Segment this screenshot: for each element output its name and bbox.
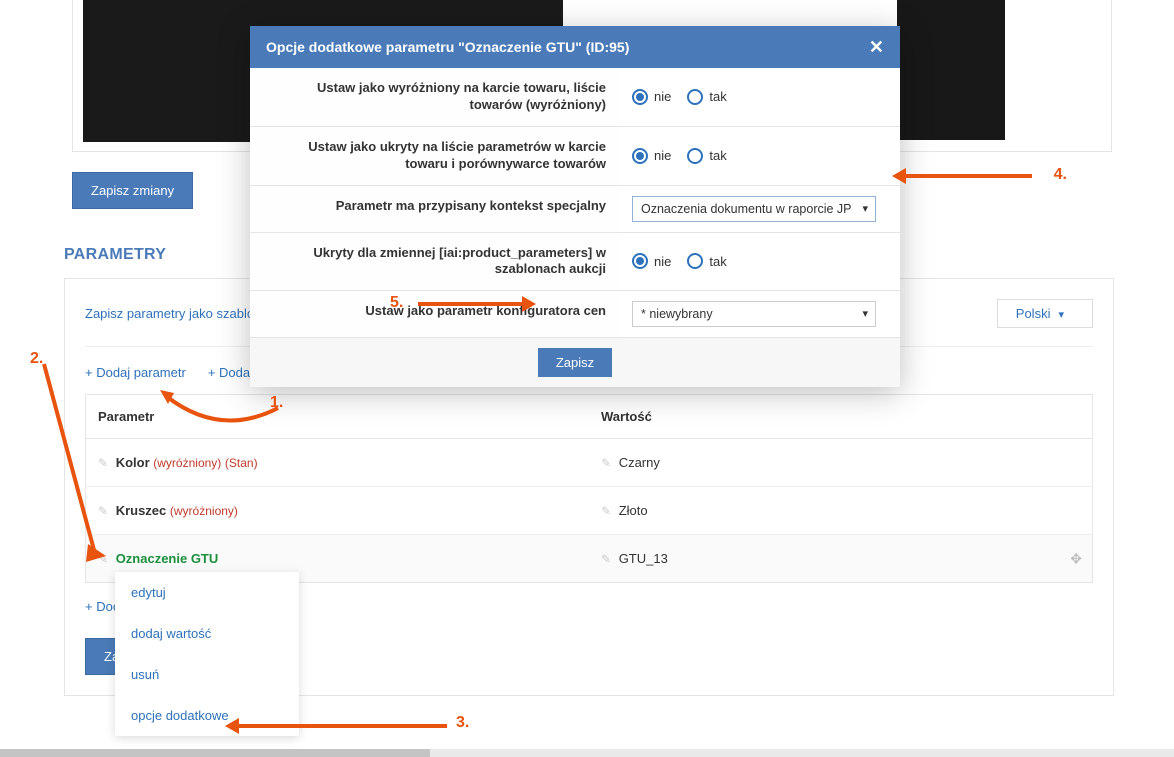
modal-label-price-config: Ustaw jako parametr konfiguratora cen <box>250 291 620 337</box>
edit-icon[interactable]: ✎ <box>98 552 108 566</box>
product-image-right <box>897 0 1005 140</box>
ctx-add-value[interactable]: dodaj wartość <box>115 613 299 654</box>
param-name: Oznaczenie GTU <box>116 551 219 566</box>
modal-header: Opcje dodatkowe parametru "Oznaczenie GT… <box>250 26 900 68</box>
param-value: Złoto <box>619 503 648 518</box>
table-row[interactable]: ✎ Kolor (wyróżniony) (Stan) ✎ Czarny <box>86 439 1093 487</box>
radio-yes-label: tak <box>709 254 726 269</box>
modal-footer: Zapisz <box>250 338 900 387</box>
modal-body: Ustaw jako wyróżniony na karcie towaru, … <box>250 68 900 338</box>
radio-no-label: nie <box>654 148 671 163</box>
col-header-parameter: Parametr <box>86 395 590 439</box>
edit-icon[interactable]: ✎ <box>601 504 611 518</box>
param-value: Czarny <box>619 455 660 470</box>
col-header-value: Wartość <box>589 395 1093 439</box>
radio-no[interactable] <box>632 253 648 269</box>
annotation-label-2: 2. <box>30 350 43 367</box>
modal-label-highlighted: Ustaw jako wyróżniony na karcie towaru, … <box>250 68 620 126</box>
edit-icon[interactable]: ✎ <box>98 456 108 470</box>
radio-yes[interactable] <box>687 89 703 105</box>
extra-options-modal: Opcje dodatkowe parametru "Oznaczenie GT… <box>250 26 900 387</box>
annotation-2: 2. <box>30 350 43 368</box>
radio-no[interactable] <box>632 89 648 105</box>
drag-handle-icon[interactable]: ✥ <box>1070 550 1082 567</box>
radio-yes[interactable] <box>687 148 703 164</box>
radio-no-label: nie <box>654 254 671 269</box>
parameters-section-title: PARAMETRY <box>64 246 166 264</box>
table-row[interactable]: ✎ Kruszec (wyróżniony) ✎ Złoto <box>86 487 1093 535</box>
radio-no-label: nie <box>654 89 671 104</box>
param-name: Kolor <box>116 455 150 470</box>
scrollbar-thumb[interactable] <box>0 749 430 757</box>
close-icon[interactable]: ✕ <box>869 38 884 56</box>
special-context-select[interactable]: Oznaczenia dokumentu w raporcie JPK_ <box>632 196 876 222</box>
horizontal-scrollbar[interactable] <box>0 749 1174 757</box>
param-name: Kruszec <box>116 503 167 518</box>
save-as-template-link[interactable]: Zapisz parametry jako szablon <box>85 306 261 321</box>
tag-highlighted: (wyróżniony) <box>153 456 221 470</box>
add-parameter-link[interactable]: + Dodaj parametr <box>85 365 186 380</box>
edit-icon[interactable]: ✎ <box>601 552 611 566</box>
parameter-context-menu: edytuj dodaj wartość usuń opcje dodatkow… <box>115 572 299 736</box>
edit-icon[interactable]: ✎ <box>601 456 611 470</box>
radio-no[interactable] <box>632 148 648 164</box>
annotation-label-4: 4. <box>1054 166 1067 184</box>
tag-state: (Stan) <box>225 456 258 470</box>
annotation-3: 3. <box>456 714 469 732</box>
language-select[interactable]: Polski <box>997 299 1093 328</box>
radio-yes-label: tak <box>709 89 726 104</box>
modal-label-hidden-iai: Ukryty dla zmiennej [iai:product_paramet… <box>250 233 620 291</box>
save-changes-button[interactable]: Zapisz zmiany <box>72 172 193 209</box>
ctx-extra-options[interactable]: opcje dodatkowe <box>115 695 299 736</box>
modal-save-button[interactable]: Zapisz <box>538 348 612 377</box>
ctx-delete[interactable]: usuń <box>115 654 299 695</box>
param-value: GTU_13 <box>619 551 668 566</box>
tag-highlighted: (wyróżniony) <box>170 504 238 518</box>
price-config-select[interactable]: * niewybrany <box>632 301 876 327</box>
annotation-arrow-4: 4. <box>902 168 1062 188</box>
edit-icon[interactable]: ✎ <box>98 504 108 518</box>
parameters-table: Parametr Wartość ✎ Kolor (wyróżniony) (S… <box>85 394 1093 583</box>
radio-yes-label: tak <box>709 148 726 163</box>
modal-label-context: Parametr ma przypisany kontekst specjaln… <box>250 186 620 232</box>
modal-title: Opcje dodatkowe parametru "Oznaczenie GT… <box>266 39 629 55</box>
radio-yes[interactable] <box>687 253 703 269</box>
ctx-edit[interactable]: edytuj <box>115 572 299 613</box>
modal-label-hidden: Ustaw jako ukryty na liście parametrów w… <box>250 127 620 185</box>
annotation-label-3: 3. <box>456 714 469 731</box>
